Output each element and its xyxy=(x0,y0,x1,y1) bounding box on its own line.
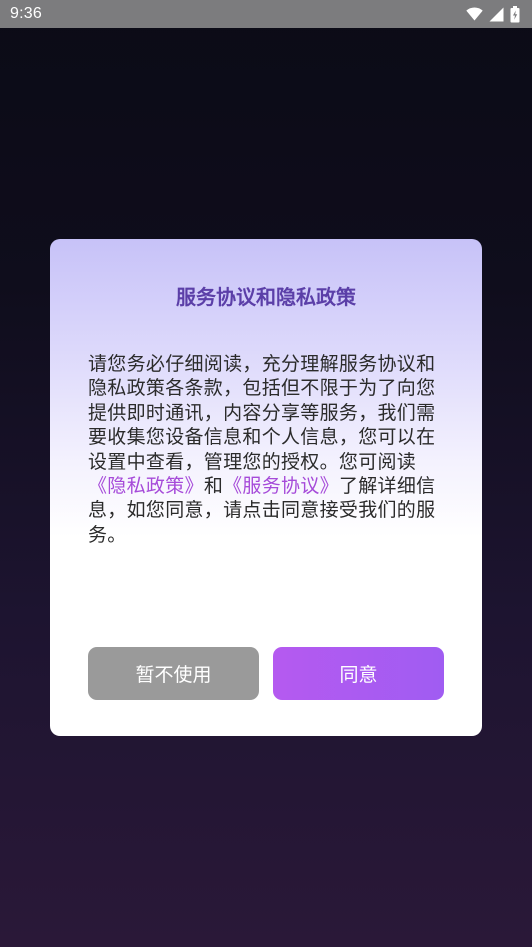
agree-button-label: 同意 xyxy=(339,664,378,686)
dialog-body: 请您务必仔细阅读，充分理解服务协议和隐私政策各条款，包括但不限于为了向您提供即时… xyxy=(88,352,446,547)
connector-text: 和 xyxy=(203,475,224,498)
agreement-dialog: 服务协议和隐私政策 请您务必仔细阅读，充分理解服务协议和隐私政策各条款，包括但不… xyxy=(50,239,482,736)
battery-icon xyxy=(510,5,520,23)
signal-icon xyxy=(489,7,504,22)
status-bar: 9:36 xyxy=(0,0,532,28)
status-time: 9:36 xyxy=(10,5,42,22)
dialog-title: 服务协议和隐私政策 xyxy=(176,285,356,309)
privacy-policy-link[interactable]: 《隐私政策》 xyxy=(88,475,204,497)
status-icons xyxy=(466,5,520,23)
agree-button[interactable]: 同意 xyxy=(273,647,444,700)
wifi-icon xyxy=(466,7,483,21)
decline-button-label: 暂不使用 xyxy=(135,664,212,686)
body-intro-text: 请您务必仔细阅读，充分理解服务协议和隐私政策各条款，包括但不限于为了向您提供即时… xyxy=(88,353,436,473)
service-agreement-link[interactable]: 《服务协议》 xyxy=(223,475,339,497)
decline-button[interactable]: 暂不使用 xyxy=(88,647,259,700)
